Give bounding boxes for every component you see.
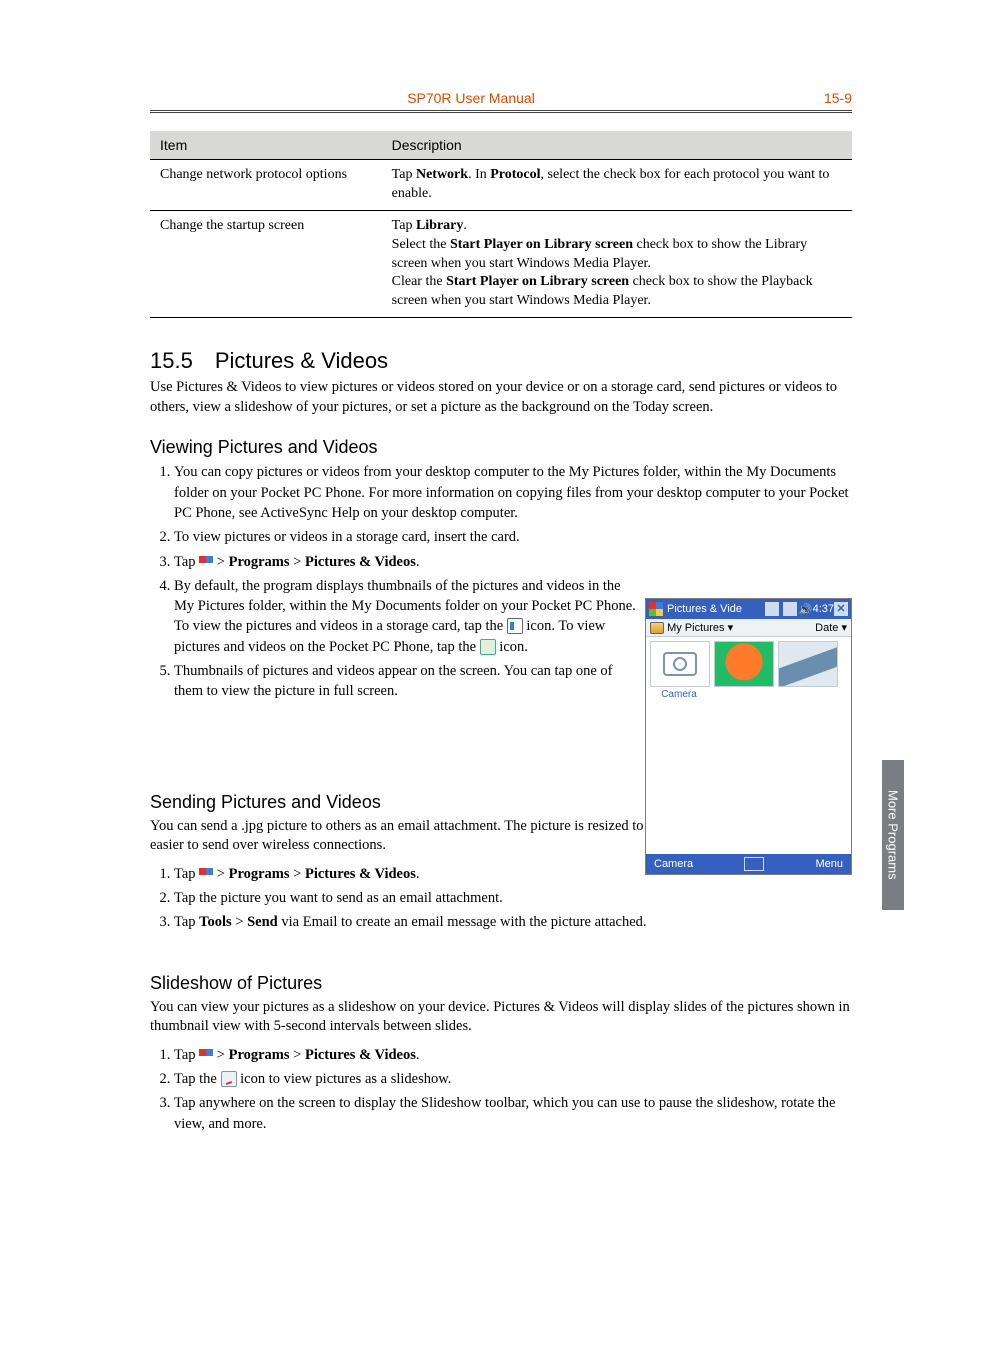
page-number: 15-9 [792,90,852,106]
section-15-5-heading: 15.5 Pictures & Videos [150,348,852,374]
softkey-menu[interactable]: Menu [815,858,843,870]
viewing-heading: Viewing Pictures and Videos [150,437,852,458]
list-item: By default, the program displays thumbna… [174,576,644,657]
start-menu-icon [199,1049,213,1063]
row1-item: Change network protocol options [150,160,382,211]
speaker-icon[interactable]: 🔊 [799,603,813,616]
device-icon [480,639,496,655]
table-row: Change the startup screen Tap Library. S… [150,210,852,317]
list-item: Tap the icon to view pictures as a slide… [174,1069,852,1089]
list-item: Tap Tools > Send via Email to create an … [174,912,852,932]
signal-icon[interactable] [783,602,797,616]
ppc-title-bar: Pictures & Vide 🔊 4:37 ✕ [646,599,851,619]
table-row: Change network protocol options Tap Netw… [150,160,852,211]
connectivity-icon[interactable] [765,602,779,616]
slideshow-intro: You can view your pictures as a slidesho… [150,998,852,1037]
ppc-softkey-bar: Camera Menu [646,854,851,874]
thumb-caption: Camera [650,689,708,700]
page-header: SP70R User Manual 15-9 [150,90,852,113]
manual-title: SP70R User Manual [150,90,792,106]
start-menu-icon [199,556,213,570]
camera-icon [650,641,710,687]
folder-icon [650,622,664,634]
storage-card-icon [507,618,523,634]
row2-item: Change the startup screen [150,210,382,317]
list-item: Tap anywhere on the screen to display th… [174,1093,852,1134]
th-description: Description [382,131,852,160]
list-item: Tap > Programs > Pictures & Videos. [174,1045,852,1065]
list-item: You can copy pictures or videos from you… [174,462,852,523]
list-item: Thumbnails of pictures and videos appear… [174,661,644,702]
folder-dropdown[interactable]: My Pictures ▾ [650,621,733,634]
section-15-5-intro: Use Pictures & Videos to view pictures o… [150,378,852,417]
picture-thumbnail[interactable] [778,641,836,700]
th-item: Item [150,131,382,160]
ppc-clock: 4:37 [813,603,834,615]
start-menu-icon [199,868,213,882]
list-item: Tap > Programs > Pictures & Videos. [174,552,852,572]
row2-description: Tap Library. Select the Start Player on … [382,210,852,317]
ppc-app-title: Pictures & Vide [667,603,763,615]
slideshow-icon [221,1071,237,1087]
chapter-tab-more-programs: More Programs [882,760,904,910]
slideshow-heading: Slideshow of Pictures [150,973,852,994]
slideshow-steps: Tap > Programs > Pictures & Videos. Tap … [150,1045,852,1134]
thumbnail-grid: Camera [646,637,851,704]
start-menu-icon[interactable] [649,602,663,616]
list-item: To view pictures or videos in a storage … [174,527,852,547]
options-table: Item Description Change network protocol… [150,131,852,318]
keyboard-icon[interactable] [744,857,764,871]
softkey-camera[interactable]: Camera [654,858,693,870]
list-item: Tap the picture you want to send as an e… [174,888,852,908]
row1-description: Tap Network. In Protocol, select the che… [382,160,852,211]
pocketpc-screenshot: Pictures & Vide 🔊 4:37 ✕ My Pictures ▾ D… [645,598,852,875]
ppc-subheader: My Pictures ▾ Date ▾ [646,619,851,637]
picture-thumbnail[interactable] [714,641,772,700]
sort-dropdown[interactable]: Date ▾ [815,621,847,634]
camera-shortcut[interactable]: Camera [650,641,708,700]
close-icon[interactable]: ✕ [834,602,848,616]
